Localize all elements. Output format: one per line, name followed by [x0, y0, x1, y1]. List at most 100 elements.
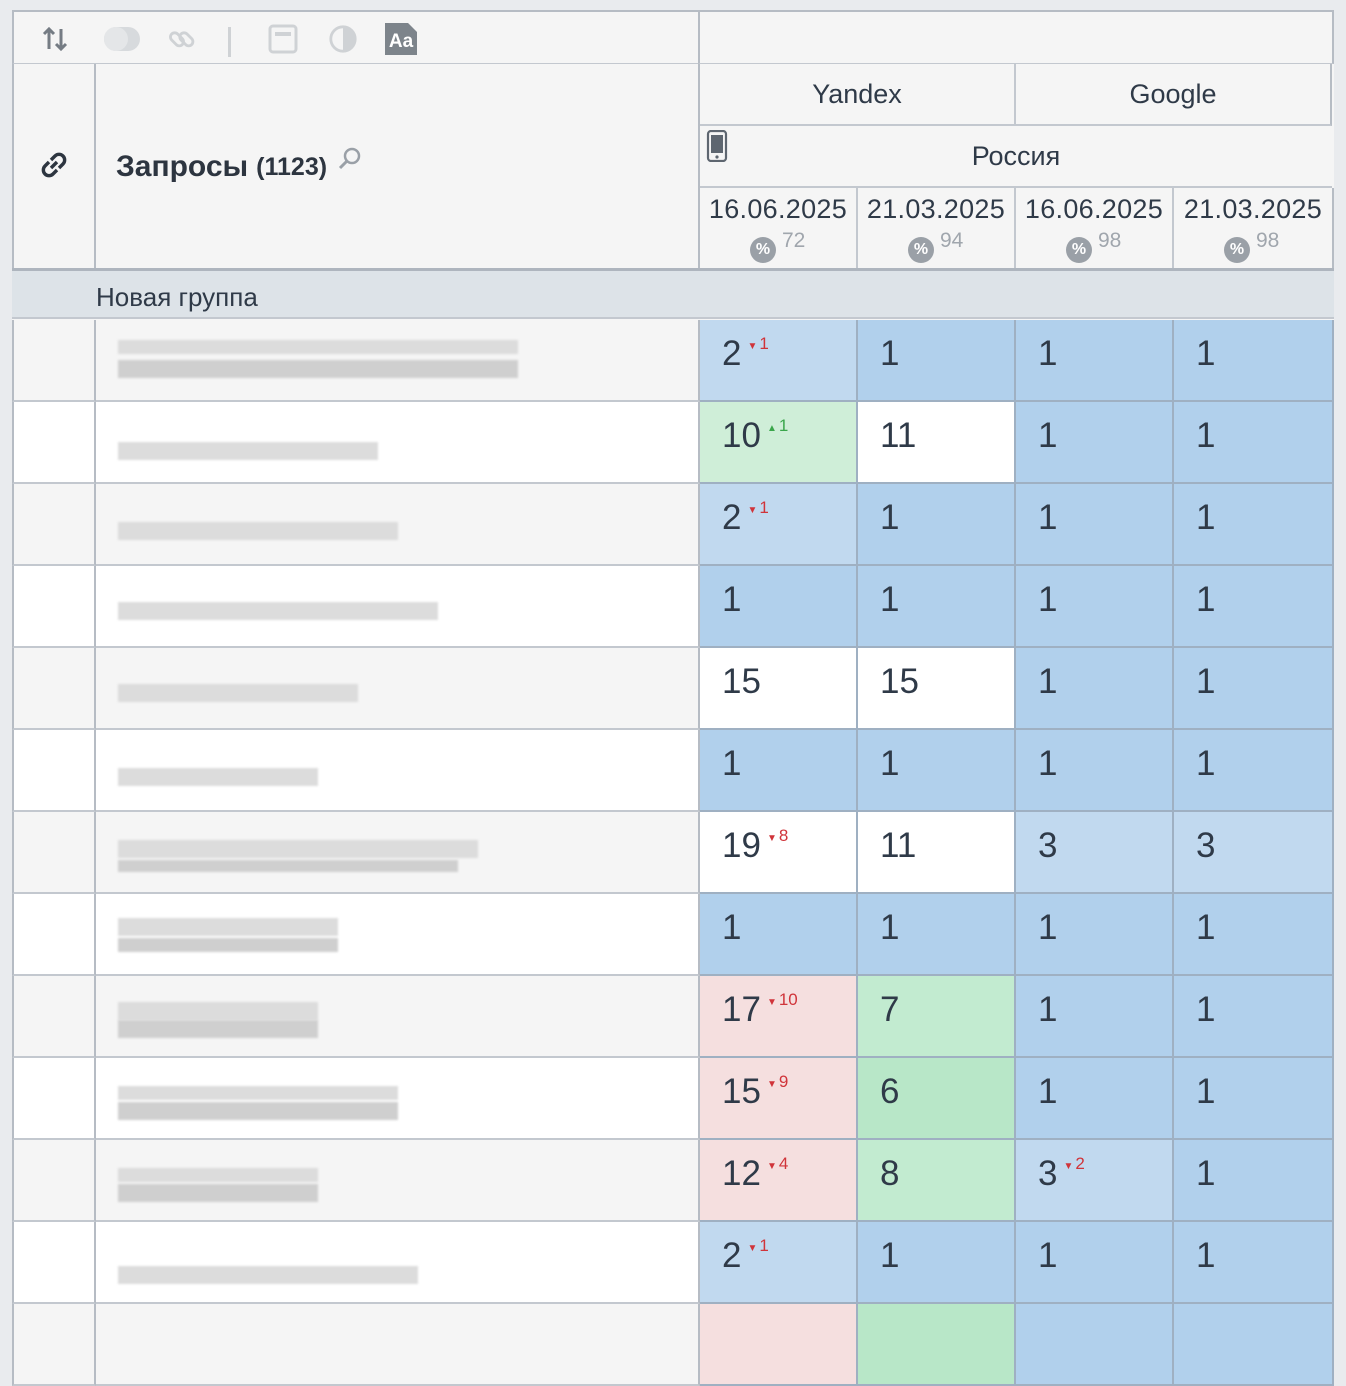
date-column-header[interactable]: 16.06.2025 % 98 — [1016, 188, 1174, 270]
position-cell[interactable] — [700, 1304, 858, 1386]
position-cell[interactable]: 1 — [700, 730, 858, 812]
position-cell[interactable] — [1016, 1304, 1174, 1386]
table-row[interactable]: 2 ▼ 1 1 1 1 — [12, 320, 1334, 402]
query-cell-redacted[interactable] — [96, 976, 700, 1058]
position-cell[interactable]: 17 ▼ 10 — [700, 976, 858, 1058]
window-icon[interactable] — [268, 24, 298, 54]
table-row[interactable] — [12, 1304, 1334, 1386]
position-cell[interactable]: 6 — [858, 1058, 1016, 1140]
toggle-icon[interactable] — [102, 24, 142, 54]
row-link-cell[interactable] — [12, 566, 96, 648]
position-cell[interactable]: 3 — [1016, 812, 1174, 894]
row-link-cell[interactable] — [12, 976, 96, 1058]
position-cell[interactable]: 2 ▼ 1 — [700, 320, 858, 402]
position-cell[interactable]: 1 — [858, 484, 1016, 566]
header-queries[interactable]: Запросы (1123) — [96, 64, 700, 270]
table-row[interactable]: 19 ▼ 8 11 3 3 — [12, 812, 1334, 894]
row-link-cell[interactable] — [12, 484, 96, 566]
position-cell[interactable]: 19 ▼ 8 — [700, 812, 858, 894]
position-cell[interactable]: 1 — [1016, 648, 1174, 730]
position-cell[interactable]: 8 — [858, 1140, 1016, 1222]
position-cell[interactable]: 1 — [1016, 320, 1174, 402]
chain-link-icon[interactable] — [37, 148, 71, 187]
query-cell-redacted[interactable] — [96, 894, 700, 976]
date-column-header[interactable]: 21.03.2025 % 94 — [858, 188, 1016, 270]
query-cell-redacted[interactable] — [96, 812, 700, 894]
position-cell[interactable]: 3 — [1174, 812, 1334, 894]
percent-icon[interactable]: % — [908, 237, 934, 263]
table-row[interactable]: 15 ▼ 9 6 1 1 — [12, 1058, 1334, 1140]
position-cell[interactable]: 1 — [1174, 484, 1334, 566]
position-cell[interactable]: 1 — [1016, 1058, 1174, 1140]
position-cell[interactable]: 1 — [700, 566, 858, 648]
position-cell[interactable]: 1 — [1174, 894, 1334, 976]
row-link-cell[interactable] — [12, 1222, 96, 1304]
row-link-cell[interactable] — [12, 1058, 96, 1140]
search-icon[interactable] — [337, 146, 363, 177]
position-cell[interactable]: 1 — [1016, 1222, 1174, 1304]
row-link-cell[interactable] — [12, 402, 96, 484]
position-cell[interactable]: 1 — [1016, 402, 1174, 484]
date-column-header[interactable]: 21.03.2025 % 98 — [1174, 188, 1334, 270]
table-row[interactable]: 15 15 1 1 — [12, 648, 1334, 730]
row-link-cell[interactable] — [12, 648, 96, 730]
position-cell[interactable]: 1 — [1016, 730, 1174, 812]
position-cell[interactable] — [1174, 1304, 1334, 1386]
position-cell[interactable]: 1 — [1174, 1222, 1334, 1304]
position-cell[interactable]: 1 — [1174, 402, 1334, 484]
table-row[interactable]: 1 1 1 1 — [12, 730, 1334, 812]
position-cell[interactable]: 10 ▲ 1 — [700, 402, 858, 484]
position-cell[interactable]: 1 — [858, 730, 1016, 812]
position-cell[interactable]: 1 — [1016, 484, 1174, 566]
position-cell[interactable]: 1 — [1016, 894, 1174, 976]
position-cell[interactable]: 1 — [858, 1222, 1016, 1304]
contrast-icon[interactable] — [328, 24, 358, 54]
position-cell[interactable]: 1 — [858, 320, 1016, 402]
percent-icon[interactable]: % — [750, 237, 776, 263]
position-cell[interactable]: 3 ▼ 2 — [1016, 1140, 1174, 1222]
table-row[interactable]: 1 1 1 1 — [12, 566, 1334, 648]
query-cell-redacted[interactable] — [96, 1140, 700, 1222]
position-cell[interactable]: 1 — [858, 566, 1016, 648]
position-cell[interactable]: 1 — [1174, 976, 1334, 1058]
position-cell[interactable]: 1 — [1016, 976, 1174, 1058]
position-cell[interactable]: 11 — [858, 812, 1016, 894]
query-cell-redacted[interactable] — [96, 1222, 700, 1304]
position-cell[interactable]: 1 — [1174, 1058, 1334, 1140]
date-column-header[interactable]: 16.06.2025 % 72 — [700, 188, 858, 270]
position-cell[interactable]: 15 — [700, 648, 858, 730]
position-cell[interactable]: 1 — [1174, 566, 1334, 648]
position-cell[interactable]: 1 — [1174, 730, 1334, 812]
position-cell[interactable]: 1 — [700, 894, 858, 976]
query-cell-redacted[interactable] — [96, 566, 700, 648]
position-cell[interactable]: 1 — [1174, 1140, 1334, 1222]
table-row[interactable]: 2 ▼ 1 1 1 1 — [12, 484, 1334, 566]
row-link-cell[interactable] — [12, 1140, 96, 1222]
position-cell[interactable]: 1 — [1174, 320, 1334, 402]
position-cell[interactable]: 1 — [1174, 648, 1334, 730]
position-cell[interactable]: 1 — [1016, 566, 1174, 648]
row-link-cell[interactable] — [12, 894, 96, 976]
row-link-cell[interactable] — [12, 812, 96, 894]
query-cell-redacted[interactable] — [96, 402, 700, 484]
table-row[interactable]: 17 ▼ 10 7 1 1 — [12, 976, 1334, 1058]
position-cell[interactable]: 15 ▼ 9 — [700, 1058, 858, 1140]
position-cell[interactable]: 1 — [858, 894, 1016, 976]
font-icon[interactable]: Aa — [384, 23, 418, 55]
position-cell[interactable]: 11 — [858, 402, 1016, 484]
position-cell[interactable] — [858, 1304, 1016, 1386]
query-cell-redacted[interactable] — [96, 484, 700, 566]
link-icon[interactable] — [167, 24, 197, 54]
query-cell-redacted[interactable] — [96, 730, 700, 812]
query-cell-redacted[interactable] — [96, 648, 700, 730]
row-link-cell[interactable] — [12, 730, 96, 812]
position-cell[interactable]: 2 ▼ 1 — [700, 1222, 858, 1304]
position-cell[interactable]: 15 — [858, 648, 1016, 730]
query-cell-redacted[interactable] — [96, 320, 700, 402]
table-row[interactable]: 10 ▲ 1 11 1 1 — [12, 402, 1334, 484]
table-row[interactable]: 2 ▼ 1 1 1 1 — [12, 1222, 1334, 1304]
table-row[interactable]: 12 ▼ 4 8 3 ▼ 2 1 — [12, 1140, 1334, 1222]
query-cell-redacted[interactable] — [96, 1058, 700, 1140]
group-row[interactable]: Новая группа — [12, 271, 1334, 319]
row-link-cell[interactable] — [12, 320, 96, 402]
